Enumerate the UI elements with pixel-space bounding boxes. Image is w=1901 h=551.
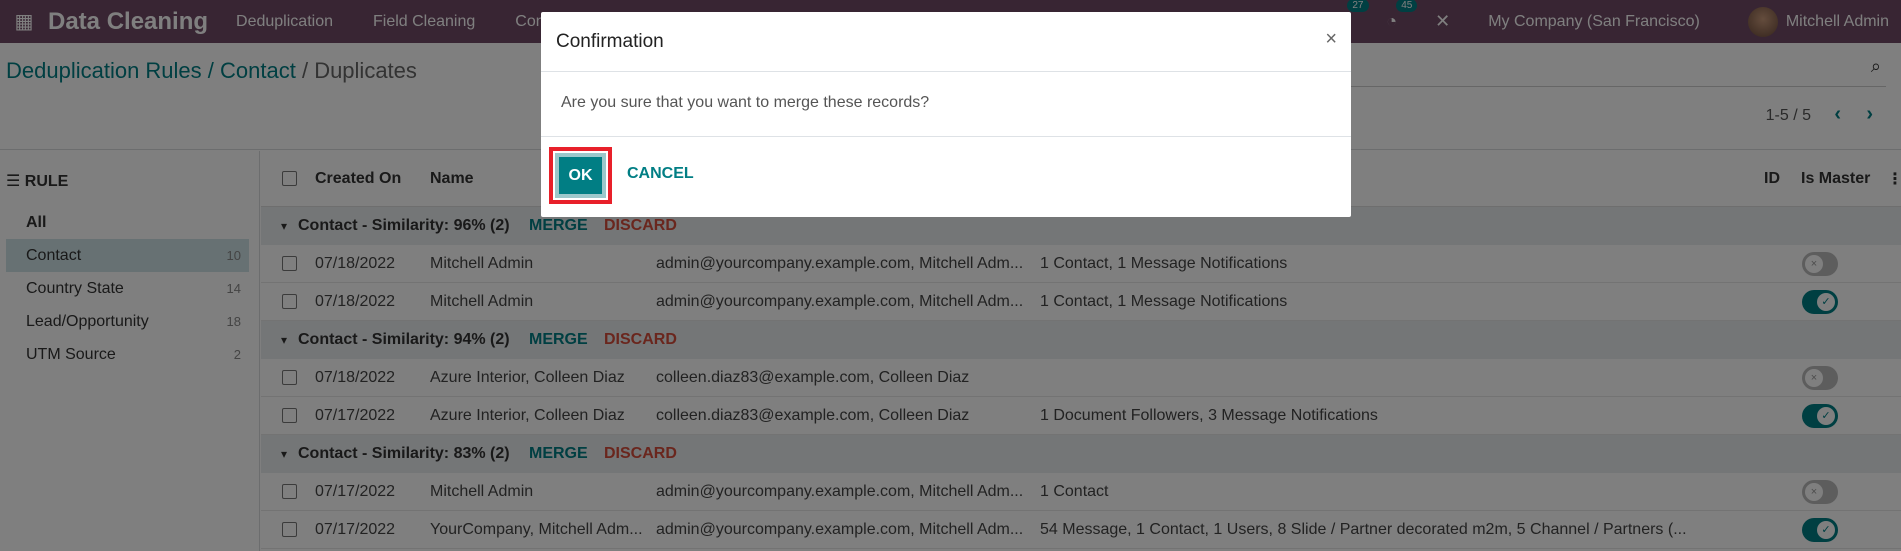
ok-button[interactable]: OK bbox=[555, 153, 606, 198]
dialog-title: Confirmation bbox=[556, 31, 664, 52]
dialog-body: Are you sure that you want to merge thes… bbox=[541, 72, 1351, 137]
dialog-footer: OK CANCEL bbox=[541, 137, 1351, 217]
dialog-message: Are you sure that you want to merge thes… bbox=[561, 94, 930, 111]
confirmation-dialog: Confirmation × Are you sure that you wan… bbox=[541, 12, 1351, 217]
dialog-header: Confirmation × bbox=[541, 12, 1351, 72]
cancel-button[interactable]: CANCEL bbox=[627, 165, 694, 183]
close-icon[interactable]: × bbox=[1325, 28, 1337, 51]
